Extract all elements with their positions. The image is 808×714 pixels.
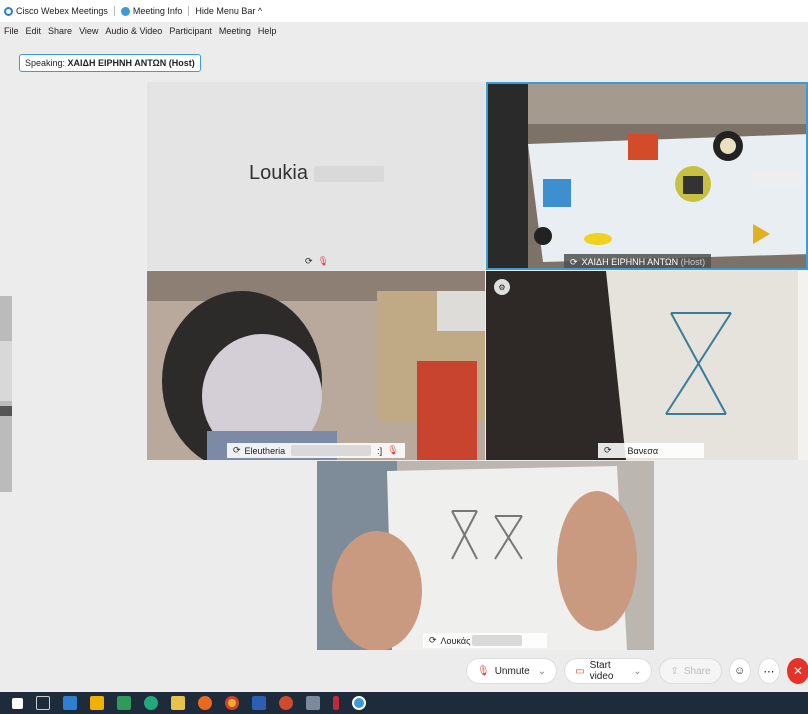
participant-name-host: ΧΑΙΔΗ ΕΙΡΗΝΗ ΑΝΤΩΝ	[581, 257, 679, 267]
participant-name-tag: ⟳ Λουκάς	[423, 633, 547, 648]
host-role: (Host)	[680, 257, 706, 267]
tile-status: ⟳ 🎙	[305, 256, 329, 267]
background-window-edge	[0, 296, 12, 492]
webex-logo-icon	[4, 6, 13, 16]
participant-name-tag: ⟳ Βανεσα	[598, 443, 704, 458]
start-video-label: Start video	[589, 660, 614, 682]
leave-meeting-button[interactable]: ✕	[787, 658, 808, 684]
share-label: Share	[683, 665, 711, 677]
hide-menu-bar-button[interactable]: Hide Menu Bar ^	[195, 6, 262, 16]
divider	[113, 6, 115, 16]
chrome-icon[interactable]	[225, 696, 239, 710]
audio-icon: ⟳	[570, 256, 578, 267]
menu-share[interactable]: Share	[48, 26, 72, 44]
unmute-button[interactable]: 🎙 Unmute ⌄	[466, 658, 558, 684]
redacted-surname	[313, 165, 384, 182]
video-tile-host[interactable]: ⟳ ΧΑΙΔΗ ΕΙΡΗΝΗ ΑΝΤΩΝ (Host)	[486, 82, 808, 270]
speaking-indicator: Speaking: ΧΑΙΔΗ ΕΙΡΗΝΗ ΑΝΤΩΝ (Host)	[19, 54, 201, 72]
close-icon: ✕	[792, 664, 803, 678]
participant-name-loukia: Loukia	[249, 162, 308, 184]
ellipsis-icon: ⋯	[763, 665, 775, 678]
menu-meeting[interactable]: Meeting	[219, 26, 251, 44]
redacted-surname	[291, 445, 372, 456]
video-off-icon: ▭	[575, 665, 585, 677]
windows-start-icon[interactable]	[12, 697, 23, 709]
loukas-video-feed	[317, 461, 654, 650]
tile-options-icon[interactable]: ⚙	[494, 279, 510, 295]
app-icon[interactable]	[117, 696, 131, 710]
chevron-down-icon[interactable]: ⌄	[633, 666, 641, 677]
speaking-name: ΧΑΙΔΗ ΕΙΡΗΝΗ ΑΝΤΩΝ (Host)	[67, 58, 195, 68]
menu-bar: File Edit Share View Audio & Video Parti…	[0, 26, 283, 44]
smiley-icon: ☺	[734, 665, 746, 677]
info-icon	[120, 7, 130, 17]
share-button[interactable]: ⇪ Share	[659, 658, 722, 684]
muted-mic-icon: 🎙	[317, 256, 329, 266]
app-icon[interactable]	[279, 696, 293, 710]
share-icon: ⇪	[670, 665, 679, 677]
menu-help[interactable]: Help	[258, 26, 277, 44]
participant-name-vanessa: Βανεσα	[627, 445, 659, 456]
muted-mic-icon: 🎙	[477, 665, 490, 677]
file-explorer-icon[interactable]	[171, 696, 185, 710]
more-options-button[interactable]: ⋯	[757, 658, 780, 684]
menu-audio-video[interactable]: Audio & Video	[105, 26, 162, 44]
participant-name-tag: ⟳ ΧΑΙΔΗ ΕΙΡΗΝΗ ΑΝΤΩΝ (Host)	[564, 254, 712, 268]
audio-icon: ⟳	[233, 445, 241, 455]
reactions-button[interactable]: ☺	[728, 658, 751, 684]
meeting-controls: 🎙 Unmute ⌄ ▭ Start video ⌄ ⇪ Share ☺ ⋯ ✕	[466, 658, 808, 684]
audio-icon: ⟳	[604, 445, 612, 455]
video-tile-loukas[interactable]: ⟳ Λουκάς	[317, 461, 654, 650]
participant-name-tag: ⟳ Eleutheria :] 🎙	[227, 443, 405, 458]
word-icon[interactable]	[252, 696, 266, 710]
video-tile-eleutheria[interactable]: ⟳ Eleutheria :] 🎙	[147, 271, 485, 460]
chevron-down-icon[interactable]: ⌄	[538, 666, 546, 677]
audio-icon: ⟳	[305, 256, 313, 266]
participant-name-loukas: Λουκάς	[440, 635, 471, 646]
audio-icon: ⟳	[429, 635, 437, 645]
window-titlebar: Cisco Webex Meetings Meeting Info Hide M…	[0, 0, 808, 22]
participant-name-eleutheria: Eleutheria	[244, 445, 286, 456]
firefox-icon[interactable]	[198, 696, 212, 710]
app-icon[interactable]	[90, 696, 104, 710]
video-tile-vanessa[interactable]: ⚙ ⟳ Βανεσα	[486, 271, 808, 460]
start-video-button[interactable]: ▭ Start video ⌄	[564, 658, 653, 684]
vanessa-video-feed	[486, 271, 808, 460]
menu-edit[interactable]: Edit	[26, 26, 42, 44]
participant-name-large: Loukia	[249, 162, 384, 185]
app-icon[interactable]	[333, 696, 339, 710]
unmute-label: Unmute	[494, 665, 530, 677]
divider	[188, 6, 190, 16]
meeting-info-button[interactable]: Meeting Info	[120, 5, 183, 17]
webex-taskbar-icon[interactable]	[352, 696, 366, 710]
app-icon[interactable]	[306, 696, 320, 710]
app-name: Cisco Webex Meetings	[16, 6, 108, 16]
speaking-label: Speaking:	[25, 58, 66, 68]
meeting-info-label: Meeting Info	[132, 5, 183, 16]
menu-participant[interactable]: Participant	[169, 26, 212, 44]
video-tile-loukia[interactable]: Loukia ⟳ 🎙	[147, 82, 485, 270]
os-taskbar	[0, 692, 808, 714]
task-view-icon[interactable]	[36, 696, 50, 710]
eleutheria-video-feed	[147, 271, 485, 460]
muted-mic-icon: 🎙	[387, 445, 399, 455]
menu-view[interactable]: View	[79, 26, 98, 44]
menu-file[interactable]: File	[4, 26, 19, 44]
app-icon[interactable]	[144, 696, 158, 710]
host-video-feed	[488, 84, 806, 268]
participant-name-suffix: :]	[377, 445, 383, 456]
redacted-surname	[472, 635, 523, 646]
app-icon[interactable]	[63, 696, 77, 710]
